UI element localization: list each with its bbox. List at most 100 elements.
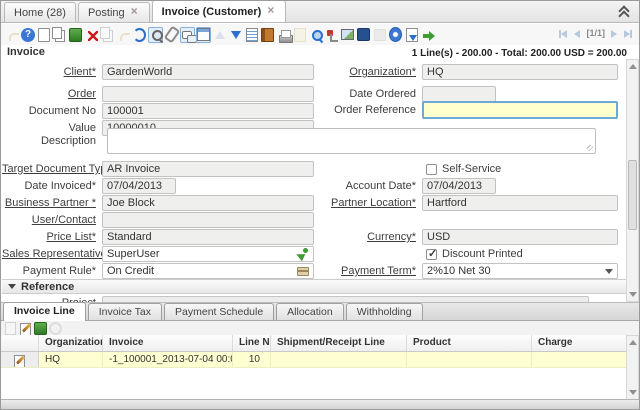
next-record-icon[interactable] (609, 29, 618, 38)
payment-term-select[interactable]: 2%10 Net 30 (422, 263, 618, 279)
new-record-icon[interactable] (36, 27, 51, 43)
scroll-down-icon[interactable] (628, 388, 637, 397)
save-icon[interactable] (68, 27, 83, 43)
date-invoiced-field[interactable]: 07/04/2013 (102, 178, 176, 194)
parent-record-icon[interactable] (212, 27, 227, 43)
table-row[interactable]: HQ -1_100001_2013-07-04 00:00:00_200.00 … (1, 352, 627, 368)
client-label[interactable]: Client* (2, 66, 102, 78)
tab-invoice-customer[interactable]: Invoice (Customer) (152, 0, 287, 22)
end-window-icon[interactable] (420, 27, 435, 43)
cell-invoice[interactable]: -1_100001_2013-07-04 00:00:00_200.00 (103, 352, 233, 367)
payment-term-label[interactable]: Payment Term* (320, 265, 422, 277)
extra-icon[interactable] (372, 27, 387, 43)
reference-section-header[interactable]: Reference (2, 279, 626, 294)
scroll-up-icon[interactable] (628, 62, 637, 71)
report-icon[interactable] (244, 27, 259, 43)
order-field[interactable] (102, 86, 314, 102)
scroll-up-icon[interactable] (628, 338, 637, 347)
last-record-icon[interactable] (622, 29, 631, 38)
date-ordered-field[interactable] (422, 86, 496, 102)
copy-record-icon[interactable] (52, 27, 67, 43)
currency-field[interactable]: USD (422, 229, 618, 245)
delete-icon[interactable] (84, 27, 99, 43)
cell-line-no[interactable]: 10 (233, 352, 271, 367)
target-document-type-field[interactable]: AR Invoice (102, 161, 314, 177)
client-field[interactable]: GardenWorld (102, 64, 314, 80)
tab-home[interactable]: Home (28) (4, 2, 76, 22)
partner-location-field[interactable]: Hartford (422, 195, 618, 211)
partner-location-label[interactable]: Partner Location* (320, 197, 422, 209)
tab-allocation[interactable]: Allocation (276, 303, 344, 320)
zoom-across-icon[interactable] (308, 27, 323, 43)
print-icon[interactable] (276, 27, 291, 43)
ignore-icon[interactable] (5, 27, 20, 43)
archive-icon[interactable] (260, 27, 275, 43)
organization-label[interactable]: Organization* (320, 66, 422, 78)
business-partner-field[interactable]: Joe Block (102, 195, 314, 211)
grid-scrollbar[interactable] (626, 335, 639, 400)
cell-product[interactable] (407, 352, 532, 367)
scroll-down-icon[interactable] (628, 290, 637, 299)
print-preview-icon[interactable] (292, 27, 307, 43)
sales-representative-field[interactable]: SuperUser (102, 246, 314, 262)
delete-selection-icon[interactable] (100, 27, 115, 43)
help-icon[interactable] (21, 28, 35, 42)
cell-charge[interactable] (532, 352, 627, 367)
price-list-field[interactable]: Standard (102, 229, 314, 245)
collapse-panel-icon[interactable] (617, 5, 631, 18)
tab-posting[interactable]: Posting (78, 2, 150, 22)
undo-icon[interactable] (116, 27, 131, 43)
close-tab-icon[interactable] (130, 8, 140, 18)
attachment-icon[interactable] (164, 27, 179, 43)
column-header-product[interactable]: Product (407, 335, 532, 351)
column-header-organization[interactable]: Organization (39, 335, 103, 351)
refresh-icon[interactable] (132, 27, 147, 43)
sales-representative-label[interactable]: Sales Representative (2, 248, 102, 260)
cell-organization[interactable]: HQ (39, 352, 103, 367)
tab-payment-schedule[interactable]: Payment Schedule (164, 303, 274, 320)
column-header-shipment-receipt-line[interactable]: Shipment/Receipt Line (271, 335, 407, 351)
payment-rule-field[interactable]: On Credit (102, 263, 314, 279)
chat-icon[interactable] (180, 27, 195, 43)
cell-shipment-receipt-line[interactable] (271, 352, 407, 367)
order-label[interactable]: Order (2, 88, 102, 100)
detail-record-icon[interactable] (228, 27, 243, 43)
detail-ignore-icon[interactable] (49, 322, 62, 335)
edit-row-icon[interactable] (13, 354, 26, 367)
currency-label[interactable]: Currency* (320, 231, 422, 243)
document-no-field[interactable]: 100001 (102, 103, 314, 119)
lookup-icon[interactable] (296, 248, 309, 261)
column-header-line-no[interactable]: Line No (233, 335, 271, 351)
toggle-grid-icon[interactable] (196, 27, 211, 43)
form-scrollbar[interactable] (626, 59, 639, 302)
scrollbar-thumb[interactable] (628, 160, 637, 230)
detail-new-record-icon[interactable] (4, 322, 17, 335)
check-requests-icon[interactable] (340, 27, 355, 43)
column-header-charge[interactable]: Charge (532, 335, 627, 351)
detail-save-record-icon[interactable] (34, 322, 47, 335)
workflow-icon[interactable] (324, 27, 339, 43)
close-tab-icon[interactable] (266, 7, 276, 17)
organization-field[interactable]: HQ (422, 64, 618, 80)
first-record-icon[interactable] (560, 29, 569, 38)
find-icon[interactable] (148, 27, 163, 43)
column-header-invoice[interactable]: Invoice (103, 335, 233, 351)
product-info-icon[interactable] (356, 27, 371, 43)
account-date-field[interactable]: 07/04/2013 (422, 178, 496, 194)
business-partner-label[interactable]: Business Partner * (2, 197, 102, 209)
description-field[interactable] (107, 128, 596, 154)
user-contact-label[interactable]: User/Contact (2, 214, 102, 226)
user-contact-field[interactable] (102, 212, 314, 228)
tab-invoice-tax[interactable]: Invoice Tax (88, 303, 162, 320)
process-icon[interactable] (388, 27, 403, 43)
export-icon[interactable] (404, 27, 419, 43)
price-list-label[interactable]: Price List* (2, 231, 102, 243)
tab-withholding[interactable]: Withholding (346, 303, 423, 320)
self-service-checkbox[interactable] (426, 164, 437, 175)
row-selector-cell[interactable] (1, 352, 39, 367)
target-document-type-label[interactable]: Target Document Type* (2, 163, 102, 175)
previous-record-icon[interactable] (573, 29, 582, 38)
detail-edit-record-icon[interactable] (19, 322, 32, 335)
tab-invoice-line[interactable]: Invoice Line (3, 302, 86, 321)
discount-printed-checkbox[interactable] (426, 249, 437, 260)
